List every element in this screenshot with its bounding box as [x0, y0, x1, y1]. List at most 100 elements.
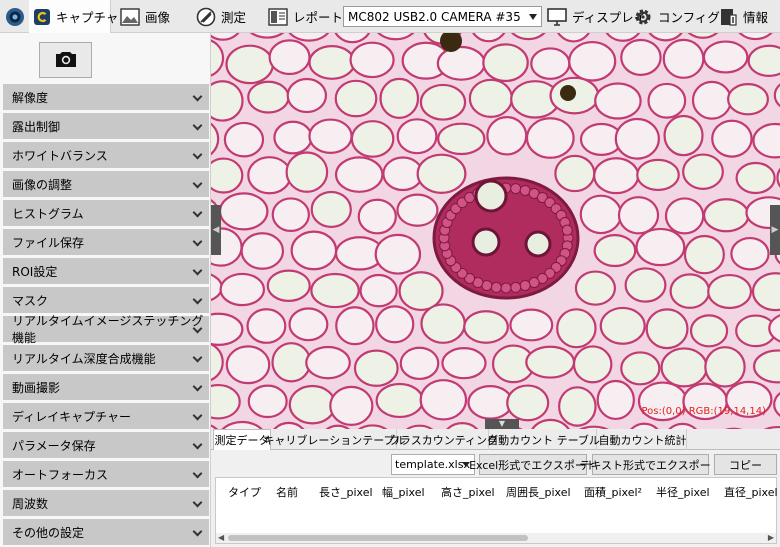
sidebar-section[interactable]: パラメータ保存 — [3, 432, 209, 458]
tab-auto-count-table-label: 自動カウント テーブル — [487, 433, 600, 447]
sidebar-section[interactable]: リアルタイムイメージステッチング機能 — [3, 314, 209, 345]
scroll-right-icon: ▶ — [767, 533, 774, 542]
measure-icon — [196, 7, 216, 27]
scroll-left-icon: ◀ — [218, 533, 225, 542]
chevron-down-icon — [192, 236, 203, 247]
scrollbar-thumb[interactable] — [228, 535, 528, 541]
sidebar-section-label: 周波数 — [12, 496, 49, 511]
tab-auto-count-stats[interactable]: 自動カウント統計 — [599, 429, 687, 450]
image-icon — [120, 7, 140, 26]
tab-info-label: 情報 — [743, 10, 769, 25]
chevron-down-icon — [192, 439, 203, 450]
column-header[interactable]: 周囲長_pixel — [506, 484, 571, 500]
camera-icon — [55, 50, 77, 71]
report-icon — [268, 7, 288, 26]
main-toolbar: キャプチャ 画像 測定 レポート MC802 USB2.0 CAMERA #35… — [0, 0, 780, 33]
app-logo — [3, 0, 27, 33]
chevron-down-icon — [192, 91, 203, 102]
sidebar-section[interactable]: 解像度 — [3, 84, 209, 110]
tab-config-label: コンフィグ — [658, 10, 720, 25]
sidebar-section-label: ヒストグラム — [12, 206, 84, 221]
left-panel-toggle[interactable]: ◀ — [211, 205, 221, 255]
sidebar-section[interactable]: マスク — [3, 287, 209, 313]
chevron-right-icon: ▶ — [771, 225, 779, 235]
sidebar-section[interactable]: リアルタイム深度合成機能 — [3, 345, 209, 371]
sidebar-section-label: ディレイキャプチャー — [12, 409, 132, 424]
tab-config[interactable]: コンフィグ — [633, 0, 720, 33]
snapshot-button[interactable] — [39, 42, 92, 78]
template-select[interactable]: template.xlsx — [391, 454, 475, 475]
sidebar-section[interactable]: ヒストグラム — [3, 200, 209, 226]
sidebar-section-label: リアルタイム深度合成機能 — [12, 351, 156, 366]
tab-capture[interactable]: キャプチャ — [29, 0, 118, 33]
column-header[interactable]: 高さ_pixel — [441, 484, 495, 500]
microscope-image — [211, 33, 780, 429]
data-tabs: 測定データ キャリブレーションテーブル クラスカウンティング 自動カウント テー… — [211, 429, 780, 451]
column-header[interactable]: 半径_pixel — [656, 484, 710, 500]
text-export-button[interactable]: テキスト形式でエクスポート — [579, 454, 722, 475]
display-icon — [547, 7, 567, 26]
tab-report-label: レポート — [293, 10, 344, 25]
right-panel-toggle[interactable]: ▶ — [770, 205, 780, 255]
sidebar-section[interactable]: ホワイトバランス — [3, 142, 209, 168]
chevron-down-icon — [192, 120, 203, 131]
gear-icon — [633, 7, 653, 27]
sidebar-section[interactable]: 動画撮影 — [3, 374, 209, 400]
chevron-down-icon — [192, 178, 203, 189]
tab-auto-count-table[interactable]: 自動カウント テーブル — [487, 429, 600, 450]
sidebar-section-label: ROI設定 — [12, 264, 58, 279]
tab-display[interactable]: ディスプレイ — [547, 0, 646, 33]
sidebar-section-label: オートフォーカス — [12, 467, 109, 482]
sidebar-section[interactable]: オートフォーカス — [3, 461, 209, 487]
column-header[interactable]: 直径_pixel — [724, 484, 778, 500]
tab-info[interactable]: 情報 — [718, 0, 768, 33]
measurement-table[interactable]: タイプ 名前 長さ_pixel 幅_pixel 高さ_pixel 周囲長_pixel 面積_… — [215, 477, 778, 544]
column-header[interactable]: 名前 — [276, 484, 298, 500]
capture-icon — [33, 8, 51, 26]
tab-measure[interactable]: 測定 — [196, 0, 246, 33]
chevron-down-icon — [192, 468, 203, 479]
sidebar-section[interactable]: 露出制御 — [3, 113, 209, 139]
sidebar-section[interactable]: ディレイキャプチャー — [3, 403, 209, 429]
template-select-value: template.xlsx — [395, 458, 470, 471]
sidebar-section-label: 動画撮影 — [12, 380, 61, 395]
sidebar-section[interactable]: その他の設定 — [3, 519, 209, 545]
column-header[interactable]: 長さ_pixel — [319, 484, 373, 500]
horizontal-scrollbar[interactable]: ◀ ▶ — [216, 533, 776, 543]
sidebar-section[interactable]: ファイル保存 — [3, 229, 209, 255]
tab-calibration-table-label: キャリブレーションテーブル — [263, 433, 406, 447]
sidebar-section[interactable]: 画像の調整 — [3, 171, 209, 197]
chevron-down-icon — [529, 14, 537, 20]
info-icon — [718, 7, 738, 27]
tab-measurement-data[interactable]: 測定データ — [213, 429, 271, 451]
camera-select[interactable]: MC802 USB2.0 CAMERA #35 — [343, 6, 542, 27]
copy-button[interactable]: コピー — [714, 454, 777, 475]
live-image-view[interactable]: ◀ ▶ ▼ Pos:(0,0) RGB:(19,14,14) — [211, 33, 780, 429]
excel-export-button[interactable]: Excel形式でエクスポート — [469, 454, 597, 475]
capture-sidebar: 解像度露出制御ホワイトバランス 画像の調整ヒストグラム ファイル保存 ROI設定マスク… — [0, 33, 211, 547]
sidebar-section[interactable]: 周波数 — [3, 490, 209, 516]
column-header[interactable]: 幅_pixel — [382, 484, 425, 500]
chevron-down-icon — [192, 207, 203, 218]
chevron-down-icon — [192, 294, 203, 305]
chevron-down-icon — [192, 149, 203, 160]
tab-image[interactable]: 画像 — [120, 0, 170, 33]
column-header[interactable]: タイプ — [228, 484, 261, 500]
chevron-down-icon — [192, 410, 203, 421]
position-rgb-readout: Pos:(0,0) RGB:(19,14,14) — [641, 406, 766, 417]
camera-select-value: MC802 USB2.0 CAMERA #35 — [348, 9, 521, 24]
tab-class-counting[interactable]: クラスカウンティング — [389, 429, 498, 450]
tab-calibration-table[interactable]: キャリブレーションテーブル — [263, 429, 406, 450]
tab-report[interactable]: レポート — [268, 0, 343, 33]
column-header[interactable]: 面積_pixel² — [584, 484, 642, 500]
sidebar-section-label: ファイル保存 — [12, 235, 85, 250]
tab-capture-label: キャプチャ — [56, 10, 119, 25]
tab-measure-label: 測定 — [221, 10, 247, 25]
sidebar-section[interactable]: ROI設定 — [3, 258, 209, 284]
sidebar-section-label: 露出制御 — [12, 119, 61, 134]
chevron-down-icon — [192, 381, 203, 392]
bottom-panel-toggle[interactable]: ▼ — [485, 419, 519, 429]
sidebar-section-label: リアルタイムイメージステッチング機能 — [12, 314, 204, 345]
export-toolbar: template.xlsx Excel形式でエクスポート テキスト形式でエクスポ… — [211, 450, 780, 477]
sidebar-section-label: パラメータ保存 — [12, 438, 96, 453]
